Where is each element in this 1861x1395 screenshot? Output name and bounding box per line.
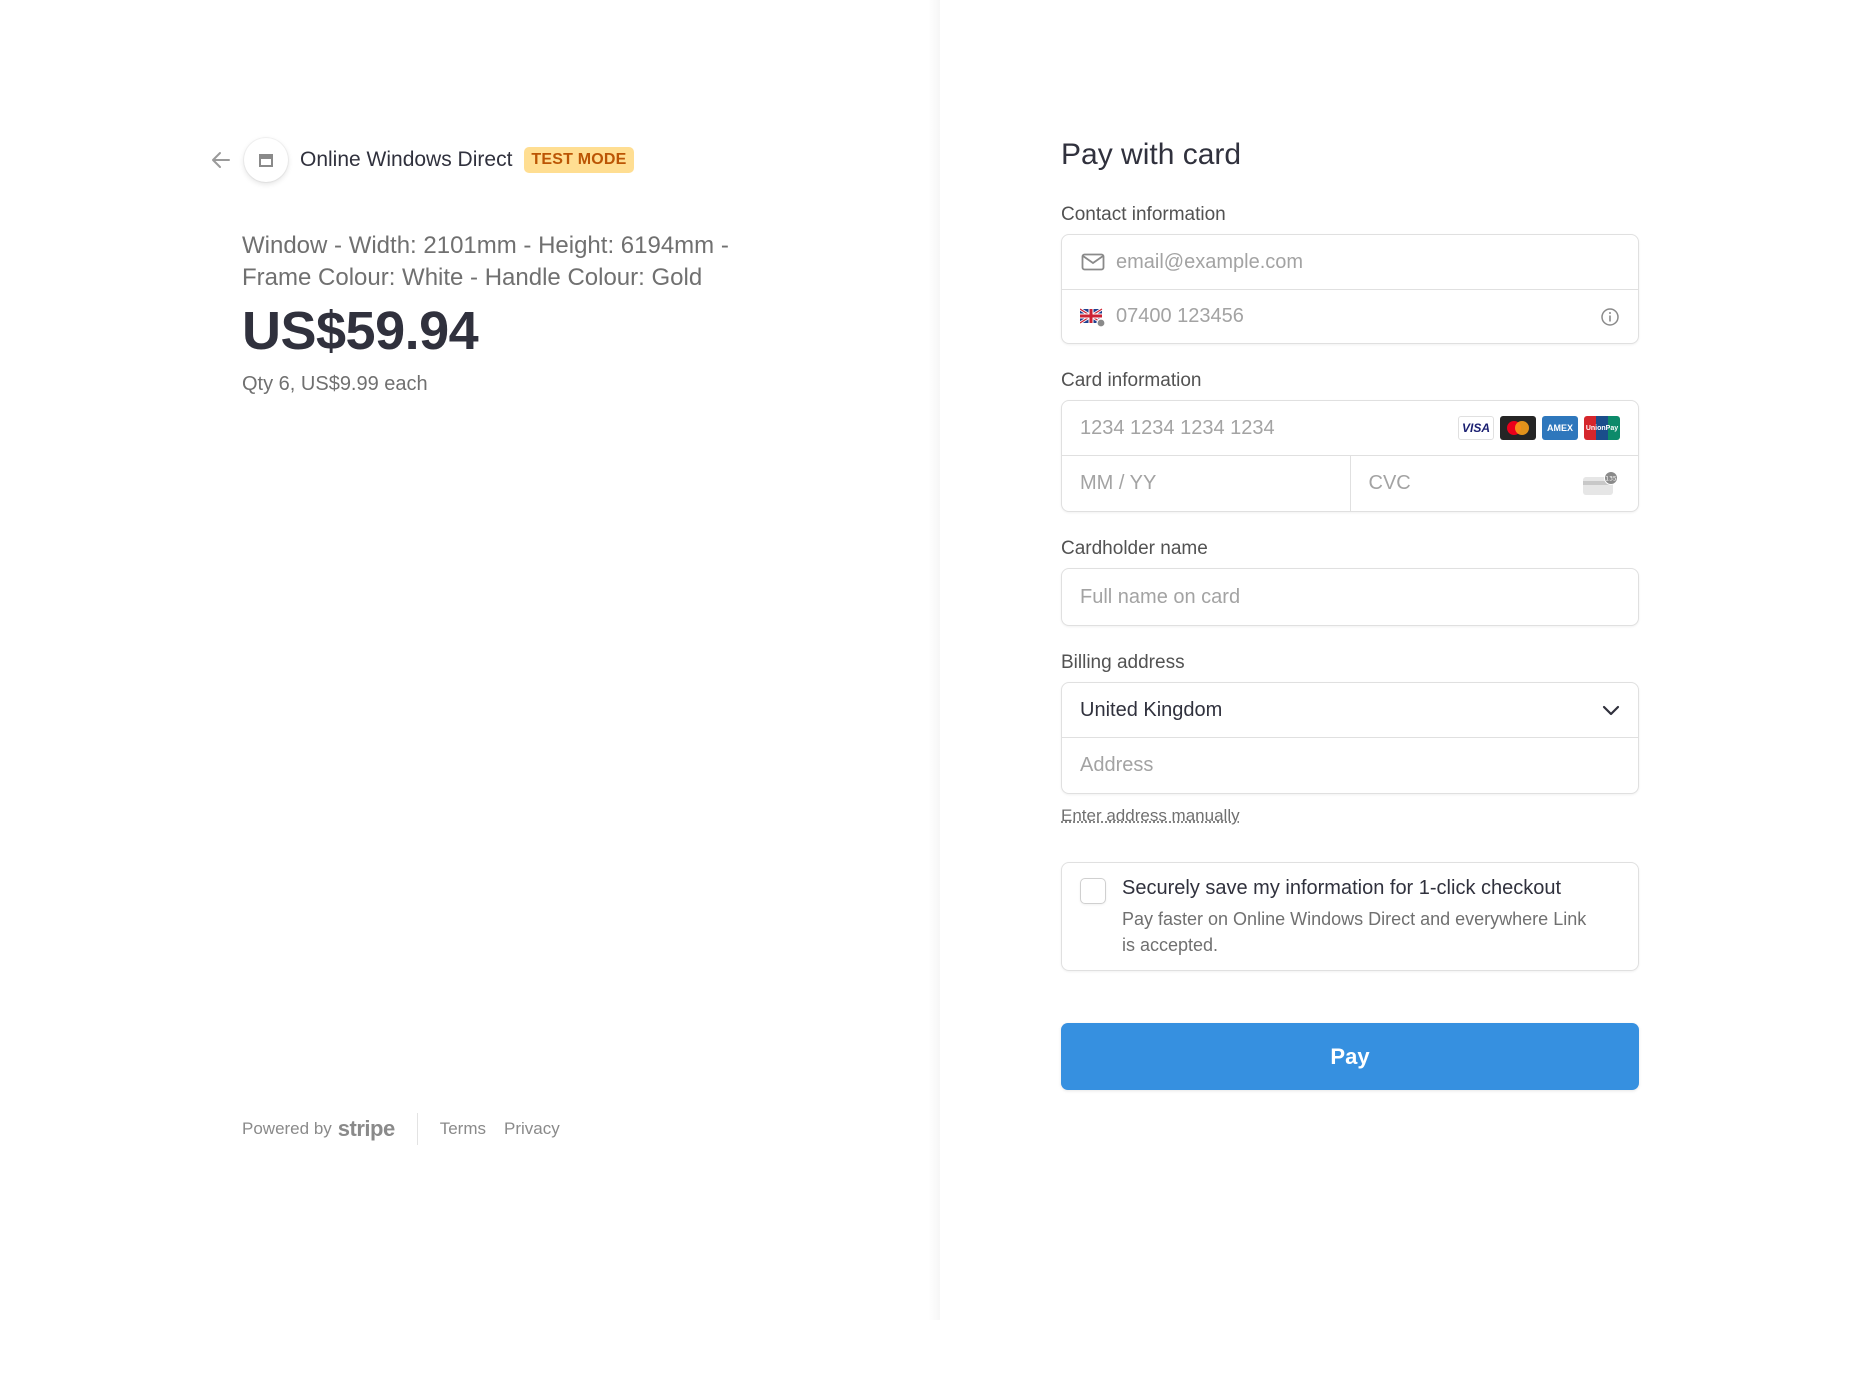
stripe-logo: stripe — [337, 1116, 395, 1141]
card-group: 1234 1234 1234 1234 VISA AMEX UnionPay M… — [1061, 400, 1639, 512]
contact-label: Contact information — [1061, 204, 1226, 225]
store-icon — [244, 138, 288, 182]
save-info-checkbox[interactable] — [1080, 878, 1106, 904]
test-mode-badge: TEST MODE — [524, 147, 634, 173]
email-placeholder: email@example.com — [1116, 250, 1304, 273]
phone-field[interactable]: 07400 123456 — [1062, 289, 1638, 343]
footer: Powered by stripe Terms Privacy — [242, 1113, 578, 1145]
email-field[interactable]: email@example.com — [1062, 235, 1638, 289]
address-placeholder: Address — [1080, 754, 1154, 776]
card-brands: VISA AMEX UnionPay — [1458, 416, 1620, 440]
envelope-icon — [1080, 251, 1106, 273]
mastercard-icon — [1500, 416, 1536, 440]
info-icon[interactable] — [1600, 307, 1620, 327]
cardholder-group: Full name on card — [1061, 568, 1639, 626]
powered-by-stripe[interactable]: Powered by stripe — [242, 1116, 395, 1142]
country-value: United Kingdom — [1080, 698, 1223, 721]
contact-group: email@example.com 07400 123456 — [1061, 234, 1639, 344]
form-title: Pay with card — [1061, 138, 1242, 171]
cardholder-placeholder: Full name on card — [1080, 585, 1241, 608]
cardholder-label: Cardholder name — [1061, 538, 1208, 559]
cardholder-section: Cardholder name Full name on card — [1061, 538, 1639, 626]
enter-address-manually-link[interactable]: Enter address manually — [1061, 806, 1240, 826]
svg-text:135: 135 — [1605, 475, 1617, 482]
billing-section: Billing address United Kingdom Address E… — [1061, 652, 1639, 826]
visa-icon: VISA — [1458, 416, 1494, 440]
terms-link[interactable]: Terms — [440, 1119, 486, 1139]
expiry-cvc-row: MM / YY CVC 135 — [1062, 455, 1638, 511]
privacy-link[interactable]: Privacy — [504, 1119, 560, 1139]
save-info-title: Securely save my information for 1-click… — [1122, 877, 1562, 899]
back-arrow-icon[interactable] — [208, 147, 234, 173]
billing-label: Billing address — [1061, 652, 1185, 673]
merchant-header: Online Windows Direct TEST MODE — [208, 138, 634, 182]
expiry-field[interactable]: MM / YY — [1062, 456, 1350, 511]
product-description: Window - Width: 2101mm - Height: 6194mm … — [242, 232, 729, 291]
cardholder-name-field[interactable]: Full name on card — [1062, 569, 1638, 625]
footer-divider — [416, 1113, 418, 1145]
uk-flag-icon[interactable] — [1080, 306, 1106, 328]
save-info-box: Securely save my information for 1-click… — [1061, 862, 1639, 971]
card-number-placeholder: 1234 1234 1234 1234 — [1080, 416, 1275, 439]
quantity-line: Qty 6, US$9.99 each — [242, 373, 428, 395]
contact-section: Contact information email@example.com 07… — [1061, 204, 1639, 344]
billing-group: United Kingdom Address — [1061, 682, 1639, 794]
card-number-field[interactable]: 1234 1234 1234 1234 VISA AMEX UnionPay — [1062, 401, 1638, 455]
cvc-placeholder: CVC — [1368, 472, 1411, 494]
cvc-card-icon: 135 — [1582, 470, 1620, 497]
payment-form: Pay with card Contact information email@… — [1061, 138, 1639, 1090]
order-summary-pane: Online Windows Direct TEST MODE Window -… — [0, 0, 940, 1320]
merchant-name: Online Windows Direct — [300, 148, 513, 171]
cvc-field[interactable]: CVC 135 — [1349, 456, 1639, 511]
country-select[interactable]: United Kingdom — [1062, 683, 1638, 737]
phone-placeholder: 07400 123456 — [1116, 305, 1244, 327]
expiry-placeholder: MM / YY — [1080, 472, 1157, 494]
unionpay-icon: UnionPay — [1584, 416, 1620, 440]
card-label: Card information — [1061, 370, 1202, 391]
pay-button[interactable]: Pay — [1061, 1023, 1639, 1090]
save-info-subtitle: Pay faster on Online Windows Direct and … — [1122, 909, 1587, 955]
save-info-text: Securely save my information for 1-click… — [1122, 877, 1592, 958]
chevron-down-icon — [1602, 704, 1620, 716]
total-price: US$59.94 — [242, 301, 479, 361]
address-field[interactable]: Address — [1062, 737, 1638, 793]
card-section: Card information 1234 1234 1234 1234 VIS… — [1061, 370, 1639, 512]
powered-by-label: Powered by — [242, 1119, 332, 1138]
amex-icon: AMEX — [1542, 416, 1578, 440]
